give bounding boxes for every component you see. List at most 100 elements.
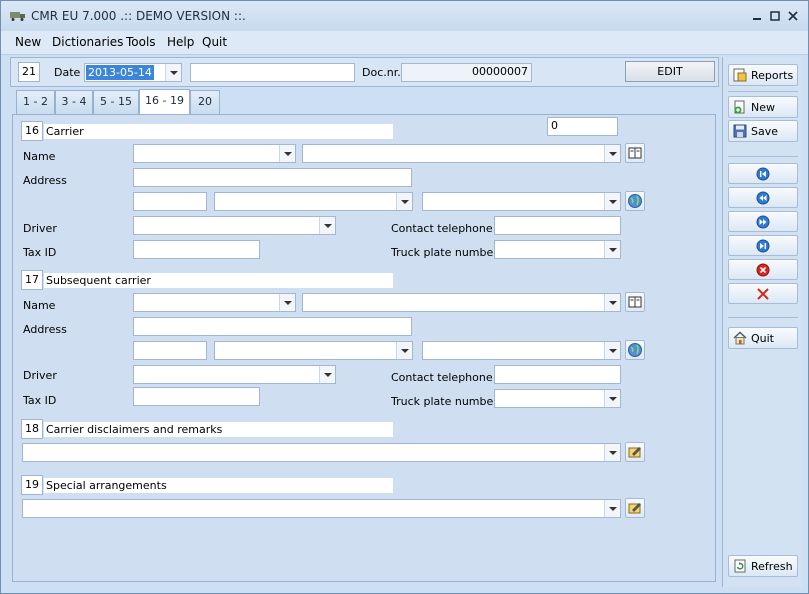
save-label: Save bbox=[751, 125, 779, 138]
book-icon bbox=[628, 147, 642, 159]
quit-label: Quit bbox=[751, 332, 774, 345]
cancel-button[interactable] bbox=[728, 283, 798, 304]
carrier-count-field[interactable]: 0 bbox=[547, 117, 618, 136]
menu-help[interactable]: Help bbox=[167, 35, 194, 49]
subsequent-address-field[interactable] bbox=[133, 317, 412, 336]
edit-button[interactable]: EDIT bbox=[625, 61, 715, 82]
subsequent-name-select[interactable] bbox=[302, 293, 621, 312]
subsequent-country-select[interactable] bbox=[422, 341, 621, 360]
header-extra-field[interactable] bbox=[190, 63, 355, 82]
save-disk-icon bbox=[733, 124, 747, 138]
carrier-country-select[interactable] bbox=[422, 192, 621, 211]
new-label: New bbox=[751, 101, 775, 114]
chevron-down-icon[interactable] bbox=[279, 145, 295, 162]
quit-button[interactable]: Quit bbox=[728, 327, 798, 349]
refresh-icon bbox=[734, 559, 746, 573]
subsequent-address-label: Address bbox=[23, 323, 67, 336]
minimize-icon bbox=[753, 18, 761, 20]
special-select[interactable] bbox=[22, 499, 621, 518]
chevron-down-icon[interactable] bbox=[604, 500, 620, 517]
close-icon bbox=[788, 11, 798, 21]
docnr-field: 00000007 bbox=[401, 63, 532, 82]
carrier-name-code-select[interactable] bbox=[133, 144, 296, 163]
chevron-down-icon[interactable] bbox=[396, 342, 412, 359]
chevron-down-icon[interactable] bbox=[319, 366, 335, 383]
special-section-number: 19 bbox=[21, 475, 43, 495]
save-button[interactable]: Save bbox=[728, 120, 798, 142]
carrier-addressbook-button[interactable] bbox=[625, 143, 645, 163]
tab-3-4[interactable]: 3 - 4 bbox=[55, 90, 93, 114]
next-record-button[interactable] bbox=[728, 211, 798, 232]
menu-quit[interactable]: Quit bbox=[202, 35, 227, 49]
new-button[interactable]: New bbox=[728, 96, 798, 118]
delete-record-button[interactable] bbox=[728, 259, 798, 280]
chevron-down-icon[interactable] bbox=[604, 294, 620, 311]
subsequent-globe-button[interactable] bbox=[625, 340, 645, 360]
menu-dictionaries[interactable]: Dictionaries bbox=[52, 35, 123, 49]
sidebar: Reports New Save Quit Refresh bbox=[722, 57, 802, 587]
carrier-address-field[interactable] bbox=[133, 168, 412, 187]
first-record-button[interactable] bbox=[728, 163, 798, 184]
maximize-button[interactable] bbox=[767, 9, 783, 23]
refresh-button[interactable]: Refresh bbox=[728, 555, 798, 577]
minimize-button[interactable] bbox=[749, 9, 765, 23]
chevron-down-icon[interactable] bbox=[165, 64, 181, 81]
chevron-down-icon[interactable] bbox=[604, 444, 620, 461]
notepad-edit-icon bbox=[628, 447, 641, 458]
delete-icon bbox=[756, 263, 770, 277]
last-record-button[interactable] bbox=[728, 235, 798, 256]
previous-record-button[interactable] bbox=[728, 187, 798, 208]
chevron-down-icon[interactable] bbox=[604, 241, 620, 258]
chevron-down-icon[interactable] bbox=[319, 217, 335, 234]
chevron-down-icon[interactable] bbox=[396, 193, 412, 210]
carrier-city-select[interactable] bbox=[214, 192, 413, 211]
tab-20[interactable]: 20 bbox=[190, 90, 220, 114]
date-picker[interactable]: 2013-05-14 bbox=[84, 63, 182, 82]
tab-1-2[interactable]: 1 - 2 bbox=[16, 90, 55, 114]
subsequent-driver-select[interactable] bbox=[133, 365, 336, 384]
title-bar: CMR EU 7.000 .:: DEMO VERSION ::. bbox=[1, 1, 808, 31]
special-section-title: Special arrangements bbox=[44, 478, 393, 493]
chevron-down-icon[interactable] bbox=[604, 145, 620, 162]
tab-5-15[interactable]: 5 - 15 bbox=[93, 90, 139, 114]
subsequent-name-code-select[interactable] bbox=[133, 293, 296, 312]
reports-button[interactable]: Reports bbox=[728, 64, 798, 86]
subsequent-contact-label: Contact telephone bbox=[391, 371, 493, 384]
close-button[interactable] bbox=[785, 9, 801, 23]
carrier-postcode-field[interactable] bbox=[133, 192, 207, 211]
subsequent-taxid-field[interactable] bbox=[133, 387, 260, 406]
carrier-driver-label: Driver bbox=[23, 222, 57, 235]
subsequent-truck-select[interactable] bbox=[494, 389, 621, 408]
last-record-icon bbox=[756, 239, 770, 253]
subsequent-name-label: Name bbox=[23, 299, 56, 312]
sidebar-separator bbox=[728, 317, 798, 318]
header-number: 21 bbox=[18, 62, 40, 82]
chevron-down-icon[interactable] bbox=[604, 193, 620, 210]
carrier-address-label: Address bbox=[23, 174, 67, 187]
chevron-down-icon[interactable] bbox=[279, 294, 295, 311]
subsequent-contact-field[interactable] bbox=[494, 365, 621, 384]
remarks-edit-button[interactable] bbox=[625, 442, 645, 462]
chevron-down-icon[interactable] bbox=[604, 390, 620, 407]
tab-16-19[interactable]: 16 - 19 bbox=[139, 89, 190, 115]
carrier-driver-select[interactable] bbox=[133, 216, 336, 235]
globe-icon bbox=[628, 194, 642, 208]
chevron-down-icon[interactable] bbox=[604, 342, 620, 359]
sidebar-separator bbox=[728, 91, 798, 92]
docnr-label: Doc.nr. bbox=[362, 66, 401, 79]
special-edit-button[interactable] bbox=[625, 498, 645, 518]
carrier-contact-field[interactable] bbox=[494, 216, 621, 235]
remarks-select[interactable] bbox=[22, 443, 621, 462]
subsequent-addressbook-button[interactable] bbox=[625, 292, 645, 312]
menu-tools[interactable]: Tools bbox=[126, 35, 156, 49]
maximize-icon bbox=[770, 11, 780, 21]
subsequent-postcode-field[interactable] bbox=[133, 341, 207, 360]
app-window: CMR EU 7.000 .:: DEMO VERSION ::. New Di… bbox=[0, 0, 809, 594]
menu-new[interactable]: New bbox=[15, 35, 41, 49]
carrier-name-select[interactable] bbox=[302, 144, 621, 163]
subsequent-truck-label: Truck plate number bbox=[391, 395, 498, 408]
carrier-truck-select[interactable] bbox=[494, 240, 621, 259]
carrier-globe-button[interactable] bbox=[625, 191, 645, 211]
carrier-taxid-field[interactable] bbox=[133, 240, 260, 259]
subsequent-city-select[interactable] bbox=[214, 341, 413, 360]
